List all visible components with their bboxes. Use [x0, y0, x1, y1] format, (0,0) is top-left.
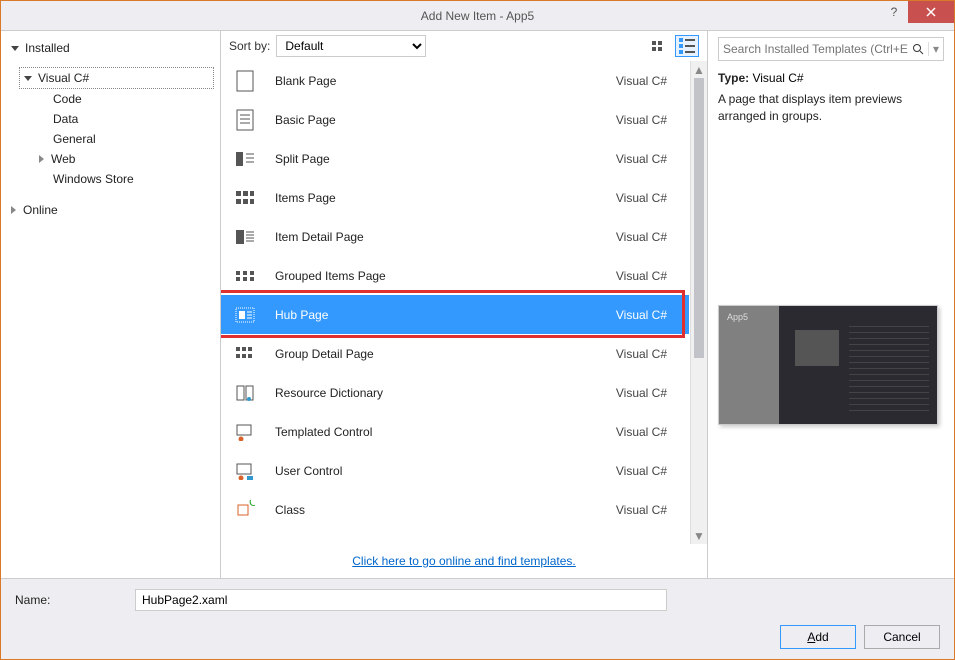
- button-row: Add Cancel: [15, 625, 940, 649]
- scrollbar[interactable]: ▲ ▼: [690, 61, 707, 544]
- template-info: Type: Visual C# A page that displays ite…: [718, 71, 944, 125]
- template-row[interactable]: User Control Visual C#: [221, 451, 689, 490]
- chevron-right-icon: [39, 155, 44, 163]
- sidebar-item-data[interactable]: Data: [1, 109, 220, 129]
- sidebar-item-windows-store[interactable]: Windows Store: [1, 169, 220, 189]
- window-title: Add New Item - App5: [1, 9, 954, 23]
- template-row-selected[interactable]: Hub Page Visual C#: [221, 295, 689, 334]
- template-list[interactable]: Blank Page Visual C# Basic Page Visual C…: [221, 61, 689, 544]
- chevron-down-icon: [24, 76, 32, 81]
- page-icon: [233, 69, 257, 93]
- dialog-content: Installed Visual C# Code Data General We…: [1, 31, 954, 578]
- scroll-up-icon[interactable]: ▲: [691, 61, 707, 78]
- search-dropdown-icon[interactable]: ▾: [928, 42, 939, 56]
- template-row[interactable]: Item Detail Page Visual C#: [221, 217, 689, 256]
- add-button[interactable]: Add: [780, 625, 856, 649]
- chevron-down-icon: [11, 46, 19, 51]
- template-row[interactable]: Basic Page Visual C#: [221, 100, 689, 139]
- sidebar-item-general[interactable]: General: [1, 129, 220, 149]
- template-description: A page that displays item previews arran…: [718, 91, 944, 125]
- title-bar: Add New Item - App5 ?: [1, 1, 954, 31]
- svg-text:C#: C#: [249, 500, 255, 509]
- detail-icon: [233, 225, 257, 249]
- search-input[interactable]: [723, 42, 908, 56]
- name-row: Name:: [15, 589, 940, 611]
- view-grid-button[interactable]: [645, 35, 669, 57]
- list-icon: [679, 38, 695, 54]
- close-button[interactable]: [908, 1, 954, 23]
- view-list-button[interactable]: [675, 35, 699, 57]
- template-main: Sort by: Default Blank Page Visual C#: [221, 31, 708, 578]
- template-row[interactable]: Grouped Items Page Visual C#: [221, 256, 689, 295]
- help-button[interactable]: ?: [880, 1, 908, 23]
- templated-icon: [233, 420, 257, 444]
- sidebar-visual-csharp[interactable]: Visual C#: [19, 67, 214, 89]
- dictionary-icon: [233, 381, 257, 405]
- template-row[interactable]: Items Page Visual C#: [221, 178, 689, 217]
- group-detail-icon: [233, 342, 257, 366]
- template-row[interactable]: C# Class Visual C#: [221, 490, 689, 529]
- sortby-label: Sort by:: [229, 39, 270, 53]
- dialog-footer: Name: Add Cancel: [1, 578, 954, 659]
- window-controls: ?: [880, 1, 954, 23]
- cancel-button[interactable]: Cancel: [864, 625, 940, 649]
- template-row[interactable]: Blank Page Visual C#: [221, 61, 689, 100]
- hub-icon: [233, 303, 257, 327]
- name-input[interactable]: [135, 589, 667, 611]
- grid-icon: [652, 41, 662, 51]
- split-icon: [233, 147, 257, 171]
- template-row[interactable]: Group Detail Page Visual C#: [221, 334, 689, 373]
- search-box[interactable]: ▾: [718, 37, 944, 61]
- scroll-down-icon[interactable]: ▼: [691, 527, 707, 544]
- usercontrol-icon: [233, 459, 257, 483]
- online-templates-link[interactable]: Click here to go online and find templat…: [352, 554, 575, 568]
- sidebar-item-code[interactable]: Code: [1, 89, 220, 109]
- type-row: Type: Visual C#: [718, 71, 944, 85]
- category-sidebar: Installed Visual C# Code Data General We…: [1, 31, 221, 578]
- template-toolbar: Sort by: Default: [221, 31, 707, 61]
- sidebar-installed[interactable]: Installed: [1, 37, 220, 59]
- items-icon: [233, 186, 257, 210]
- chevron-right-icon: [11, 206, 16, 214]
- template-row[interactable]: Resource Dictionary Visual C#: [221, 373, 689, 412]
- name-label: Name:: [15, 593, 125, 607]
- sortby-select[interactable]: Default: [276, 35, 426, 57]
- details-pane: ▾ Type: Visual C# A page that displays i…: [708, 31, 954, 578]
- online-templates-link-row: Click here to go online and find templat…: [221, 544, 707, 578]
- template-row[interactable]: Split Page Visual C#: [221, 139, 689, 178]
- page-icon: [233, 108, 257, 132]
- scroll-thumb[interactable]: [694, 78, 704, 358]
- template-list-wrap: Blank Page Visual C# Basic Page Visual C…: [221, 61, 707, 544]
- search-icon[interactable]: [908, 43, 928, 55]
- sidebar-item-web[interactable]: Web: [1, 149, 220, 169]
- sidebar-online[interactable]: Online: [1, 199, 220, 221]
- grouped-icon: [233, 264, 257, 288]
- template-row[interactable]: Templated Control Visual C#: [221, 412, 689, 451]
- template-preview: App5: [718, 305, 938, 425]
- class-icon: C#: [233, 498, 257, 522]
